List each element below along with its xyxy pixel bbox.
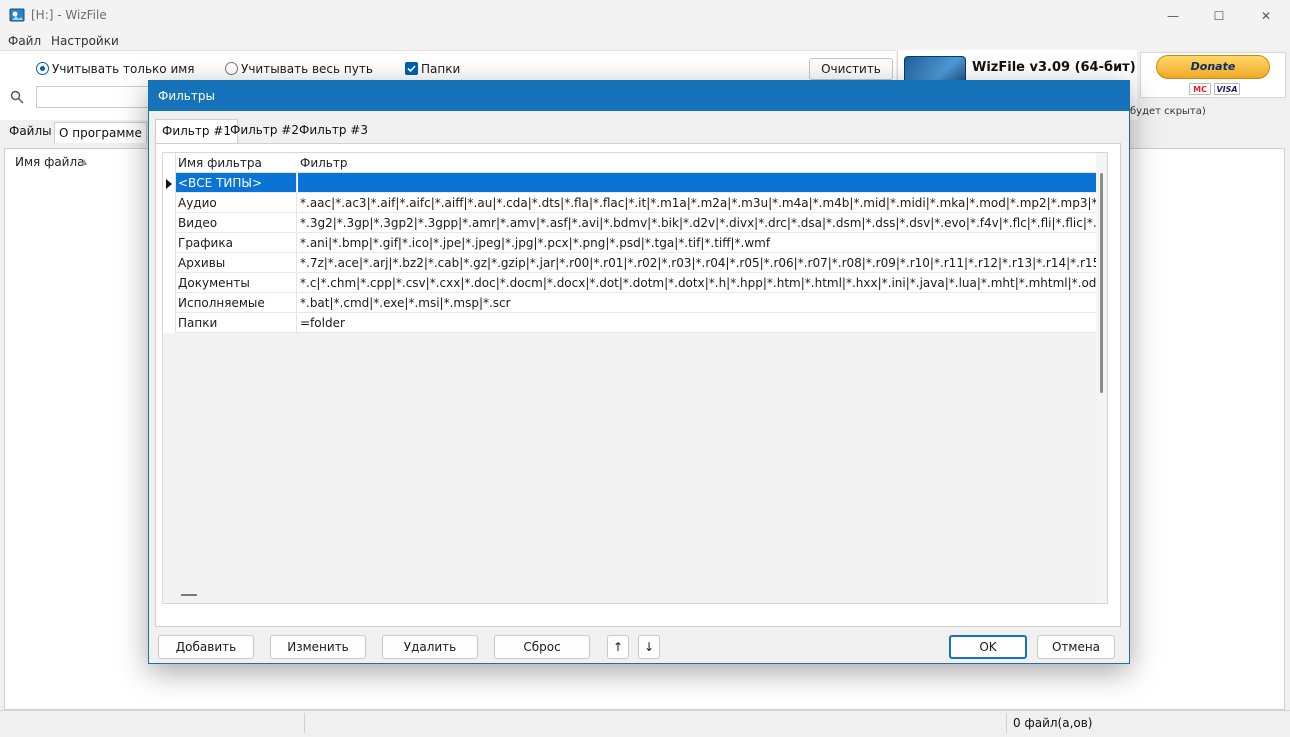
wizfile-app-icon <box>9 8 25 22</box>
filters-dialog: Фильтры Фильтр #1 Фильтр #2 Фильтр #3 Им… <box>148 80 1130 664</box>
filter-name-cell[interactable]: Видео <box>176 213 297 232</box>
sort-ascending-icon: ▲ <box>81 157 88 166</box>
filter-value-cell[interactable] <box>298 173 1096 192</box>
status-bar: 0 файл(а,ов) <box>0 710 1290 737</box>
edit-button[interactable]: Изменить <box>270 635 366 659</box>
current-row-pointer-icon <box>166 179 172 189</box>
filter-value-cell[interactable]: *.7z|*.ace|*.arj|*.bz2|*.cab|*.gz|*.gzip… <box>298 253 1096 272</box>
clear-button[interactable]: Очистить <box>809 58 893 80</box>
column-header-filter[interactable]: Фильтр <box>300 156 347 170</box>
vertical-scrollbar[interactable] <box>1096 153 1107 603</box>
menu-settings[interactable]: Настройки <box>51 34 119 48</box>
filter-name-cell[interactable]: Аудио <box>176 193 297 212</box>
tab-filter-3[interactable]: Фильтр #3 <box>299 123 368 137</box>
dialog-title: Фильтры <box>158 89 215 103</box>
radio-full-path-label: Учитывать весь путь <box>241 62 373 76</box>
filter-tab-panel: Имя фильтра Фильтр <ВСЕ ТИПЫ> Аудио *.aa… <box>155 143 1121 627</box>
main-tabs: Файлы О программе <box>0 120 148 148</box>
close-icon: ✕ <box>1260 9 1272 23</box>
vertical-scroll-thumb[interactable] <box>1100 173 1103 393</box>
column-header-filename[interactable]: Имя файла <box>15 155 85 169</box>
maximize-icon: ☐ <box>1213 9 1225 23</box>
minimize-icon: — <box>1167 9 1179 23</box>
radio-full-path[interactable] <box>225 62 238 75</box>
search-icon <box>10 90 24 104</box>
window-title: [H:] - WizFile <box>31 8 107 22</box>
filters-grid[interactable]: Имя фильтра Фильтр <ВСЕ ТИПЫ> Аудио *.aa… <box>162 152 1108 604</box>
delete-button[interactable]: Удалить <box>382 635 478 659</box>
tab-filter-1[interactable]: Фильтр #1 <box>155 119 238 144</box>
menu-file[interactable]: Файл <box>8 34 41 48</box>
maximize-button[interactable]: ☐ <box>1196 0 1242 32</box>
filter-value-cell[interactable]: *.3g2|*.3gp|*.3gp2|*.3gpp|*.amr|*.amv|*.… <box>298 213 1096 232</box>
move-up-button[interactable]: ↑ <box>607 635 629 659</box>
tab-files[interactable]: Файлы <box>9 124 52 138</box>
status-divider <box>1006 713 1007 733</box>
minimize-button[interactable]: — <box>1150 0 1196 32</box>
app-version-label: WizFile v3.09 (64-бит) <box>972 60 1136 75</box>
filter-name-cell[interactable]: Папки <box>176 313 297 332</box>
ok-button[interactable]: OK <box>949 635 1027 659</box>
folders-checkbox[interactable] <box>405 62 418 75</box>
tab-about[interactable]: О программе <box>54 122 147 143</box>
filter-name-cell[interactable]: Документы <box>176 273 297 292</box>
close-button[interactable]: ✕ <box>1243 0 1289 32</box>
title-bar: [H:] - WizFile — ☐ ✕ <box>0 0 1290 32</box>
radio-name-only[interactable] <box>36 62 49 75</box>
filter-value-cell[interactable]: *.c|*.chm|*.cpp|*.csv|*.cxx|*.doc|*.docm… <box>298 273 1096 292</box>
filter-name-cell[interactable]: <ВСЕ ТИПЫ> <box>176 173 297 192</box>
tab-filter-2[interactable]: Фильтр #2 <box>230 123 299 137</box>
filter-value-cell[interactable]: *.bat|*.cmd|*.exe|*.msi|*.msp|*.scr <box>298 293 1096 312</box>
menu-bar: Файл Настройки <box>0 32 1290 50</box>
filter-name-cell[interactable]: Исполняемые <box>176 293 297 312</box>
filter-value-cell[interactable]: =folder <box>298 313 1096 332</box>
move-down-button[interactable]: ↓ <box>638 635 660 659</box>
table-row[interactable]: Папки =folder <box>176 313 1096 333</box>
donate-label: Donate <box>1156 55 1270 79</box>
table-row[interactable]: Документы *.c|*.chm|*.cpp|*.csv|*.cxx|*.… <box>176 273 1096 293</box>
checkmark-icon <box>407 65 416 73</box>
grid-header: Имя фильтра Фильтр <box>163 153 1096 173</box>
donate-button[interactable]: Donate MC VISA <box>1140 52 1286 98</box>
radio-name-only-label: Учитывать только имя <box>52 62 195 76</box>
cancel-button[interactable]: Отмена <box>1037 635 1115 659</box>
visa-icon: VISA <box>1214 83 1240 95</box>
horizontal-scroll-thumb[interactable] <box>181 594 197 596</box>
filter-name-cell[interactable]: Архивы <box>176 253 297 272</box>
dialog-title-bar: Фильтры <box>149 81 1129 111</box>
table-row[interactable]: Архивы *.7z|*.ace|*.arj|*.bz2|*.cab|*.gz… <box>176 253 1096 273</box>
filter-name-cell[interactable]: Графика <box>176 233 297 252</box>
mastercard-icon: MC <box>1189 83 1211 95</box>
table-row[interactable]: Графика *.ani|*.bmp|*.gif|*.ico|*.jpe|*.… <box>176 233 1096 253</box>
hidden-note-text: будет скрыта) <box>1130 106 1206 117</box>
filter-value-cell[interactable]: *.ani|*.bmp|*.gif|*.ico|*.jpe|*.jpeg|*.j… <box>298 233 1096 252</box>
reset-button[interactable]: Сброс <box>494 635 590 659</box>
table-row[interactable]: Видео *.3g2|*.3gp|*.3gp2|*.3gpp|*.amr|*.… <box>176 213 1096 233</box>
add-button[interactable]: Добавить <box>158 635 254 659</box>
status-divider <box>304 713 305 733</box>
table-row[interactable]: <ВСЕ ТИПЫ> <box>176 173 1096 193</box>
file-count-status: 0 файл(а,ов) <box>1013 716 1093 730</box>
search-input[interactable] <box>36 86 156 108</box>
folders-checkbox-label: Папки <box>421 62 461 76</box>
table-row[interactable]: Исполняемые *.bat|*.cmd|*.exe|*.msi|*.ms… <box>176 293 1096 313</box>
filter-value-cell[interactable]: *.aac|*.ac3|*.aif|*.aifc|*.aiff|*.au|*.c… <box>298 193 1096 212</box>
table-row[interactable]: Аудио *.aac|*.ac3|*.aif|*.aifc|*.aiff|*.… <box>176 193 1096 213</box>
column-header-filter-name[interactable]: Имя фильтра <box>178 156 262 170</box>
